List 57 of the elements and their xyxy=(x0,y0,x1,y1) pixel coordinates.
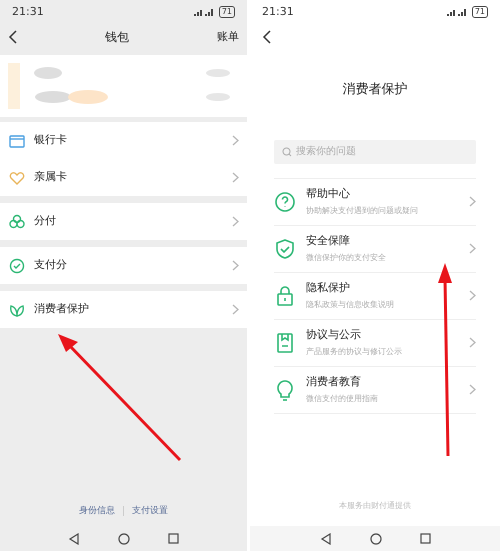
chevron-icon xyxy=(469,196,476,207)
item-subtitle: 协助解决支付遇到的问题或疑问 xyxy=(306,204,419,217)
bills-link[interactable]: 账单 xyxy=(217,28,239,46)
menu-item[interactable]: 消费者保护 xyxy=(0,291,247,328)
search-input[interactable]: 搜索你的问题 xyxy=(296,144,468,159)
menu-item[interactable]: 分付 xyxy=(0,203,247,240)
chevron-icon xyxy=(232,172,239,183)
list-item[interactable]: 消费者教育 微信支付的使用指南 xyxy=(274,366,476,414)
item-subtitle: 微信保护你的支付安全 xyxy=(306,252,387,264)
bulb-icon xyxy=(274,378,296,400)
battery-indicator: 71 xyxy=(472,6,488,18)
lock-icon xyxy=(274,284,296,306)
list-item[interactable]: 帮助中心 协助解决支付遇到的问题或疑问 xyxy=(274,178,476,226)
item-title: 安全保障 xyxy=(306,233,351,250)
chevron-icon xyxy=(469,384,476,395)
footer-link[interactable]: 身份信息 xyxy=(79,504,115,518)
question-icon xyxy=(274,190,296,212)
item-title: 协议与公示 xyxy=(306,327,362,344)
recents-square-icon[interactable] xyxy=(168,533,179,544)
status-time: 21:31 xyxy=(12,4,44,20)
chevron-icon xyxy=(232,304,239,315)
menu-item[interactable]: 亲属卡 xyxy=(0,159,247,196)
header-title: 钱包 xyxy=(105,29,129,46)
back-triangle-icon[interactable] xyxy=(320,532,332,544)
item-title: 帮助中心 xyxy=(306,186,351,202)
shield-icon xyxy=(274,238,296,260)
item-subtitle: 产品服务的协议与修订公示 xyxy=(306,346,403,358)
home-circle-icon[interactable] xyxy=(370,532,382,544)
search-field[interactable]: 搜索你的问题 xyxy=(274,140,476,164)
item-title: 消费者教育 xyxy=(306,374,362,390)
chevron-icon xyxy=(232,216,239,227)
battery-indicator: 71 xyxy=(218,6,235,18)
signal-icon xyxy=(192,8,215,16)
back-icon[interactable] xyxy=(8,30,17,44)
chevron-icon xyxy=(469,290,476,301)
footer-link[interactable]: 支付设置 xyxy=(132,504,168,518)
item-title: 隐私保护 xyxy=(306,280,351,296)
recents-square-icon[interactable] xyxy=(420,533,430,544)
menu-item[interactable]: 支付分 xyxy=(0,247,247,284)
document-icon xyxy=(274,332,296,354)
list-item[interactable]: 安全保障 微信保护你的支付安全 xyxy=(274,226,476,272)
home-circle-icon[interactable] xyxy=(118,532,130,544)
chevron-icon xyxy=(232,135,239,146)
chevron-icon xyxy=(232,260,239,271)
menu-item[interactable]: 银行卡 xyxy=(0,122,247,159)
provider-note: 本服务由财付通提供 xyxy=(339,500,411,512)
back-triangle-icon[interactable] xyxy=(68,532,80,544)
chevron-icon xyxy=(469,243,476,254)
chevron-icon xyxy=(469,337,476,348)
signal-icon xyxy=(446,8,468,16)
back-icon[interactable] xyxy=(262,30,271,44)
item-subtitle: 微信支付的使用指南 xyxy=(306,392,379,405)
list-item[interactable]: 协议与公示 产品服务的协议与修订公示 xyxy=(274,320,476,366)
search-icon xyxy=(282,146,292,156)
page-title: 消费者保护 xyxy=(342,81,408,99)
item-subtitle: 隐私政策与信息收集说明 xyxy=(306,298,395,311)
status-time: 21:31 xyxy=(262,4,294,20)
